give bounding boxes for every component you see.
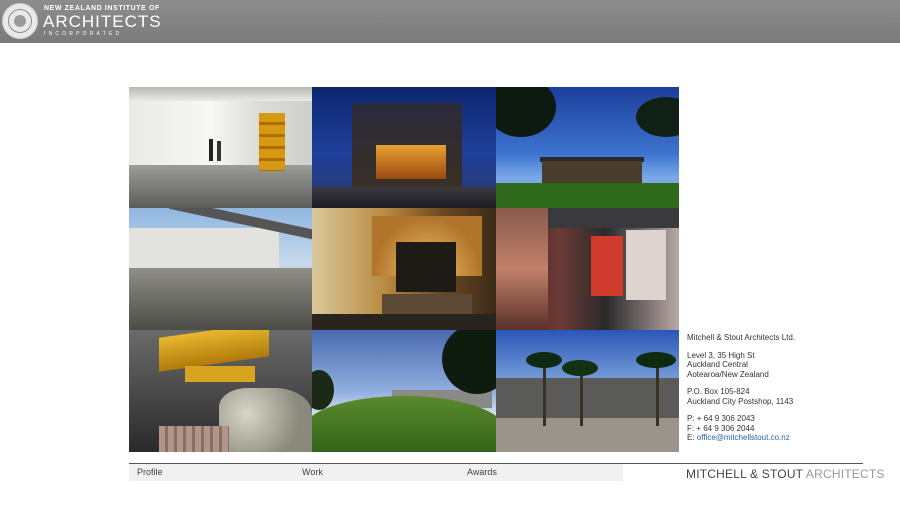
photo-yellow-canopy[interactable] [129,330,312,452]
email-prefix: E: [687,433,695,442]
address-line-3: Aotearoa/New Zealand [687,369,769,379]
email-link[interactable]: office@mitchellstout.co.nz [697,433,790,442]
po-postshop: Auckland City Postshop, 1143 [687,396,794,406]
po-box: P.O. Box 105-824 [687,387,750,396]
photo-gallery-interior[interactable] [129,87,312,208]
nav-item-work[interactable]: Work [302,467,323,477]
org-line-1[interactable]: NEW ZEALAND INSTITUTE OF [44,5,160,12]
main-nav: Profile Work Awards [129,463,623,481]
address-line-2: Auckland Central [687,360,748,369]
company-name: Mitchell & Stout Architects Ltd. [687,333,796,342]
photo-house-on-hill[interactable] [496,87,679,208]
photo-white-building[interactable] [129,208,312,330]
address-line-1: Level 3, 35 High St [687,350,755,360]
photo-grass-roof[interactable] [312,330,496,452]
photo-building-at-night[interactable] [312,87,496,208]
photo-fireplace-lounge[interactable] [312,208,496,330]
logo-suffix: ARCHITECTS [805,467,885,481]
nav-item-awards[interactable]: Awards [467,467,497,477]
fax-number: F: + 64 9 306 2044 [687,423,755,433]
email-row: E: office@mitchellstout.co.nz [687,433,887,443]
org-name[interactable]: ARCHITECTS [43,12,162,32]
top-banner: NEW ZEALAND INSTITUTE OF ARCHITECTS INCO… [0,0,900,43]
org-line-3[interactable]: INCORPORATED [44,31,122,37]
nzia-seal-icon[interactable] [2,3,38,39]
photo-palm-building[interactable] [496,330,679,452]
nav-item-profile[interactable]: Profile [137,467,163,477]
divider [623,463,863,464]
phone-number: P: + 64 9 306 2043 [687,414,755,423]
mitchell-stout-logo[interactable]: MITCHELL & STOUT ARCHITECTS [686,467,885,481]
photo-grid [129,87,679,452]
photo-red-interior[interactable] [496,208,679,330]
contact-block: Mitchell & Stout Architects Ltd. Level 3… [687,333,887,443]
logo-name: MITCHELL & STOUT [686,467,804,481]
